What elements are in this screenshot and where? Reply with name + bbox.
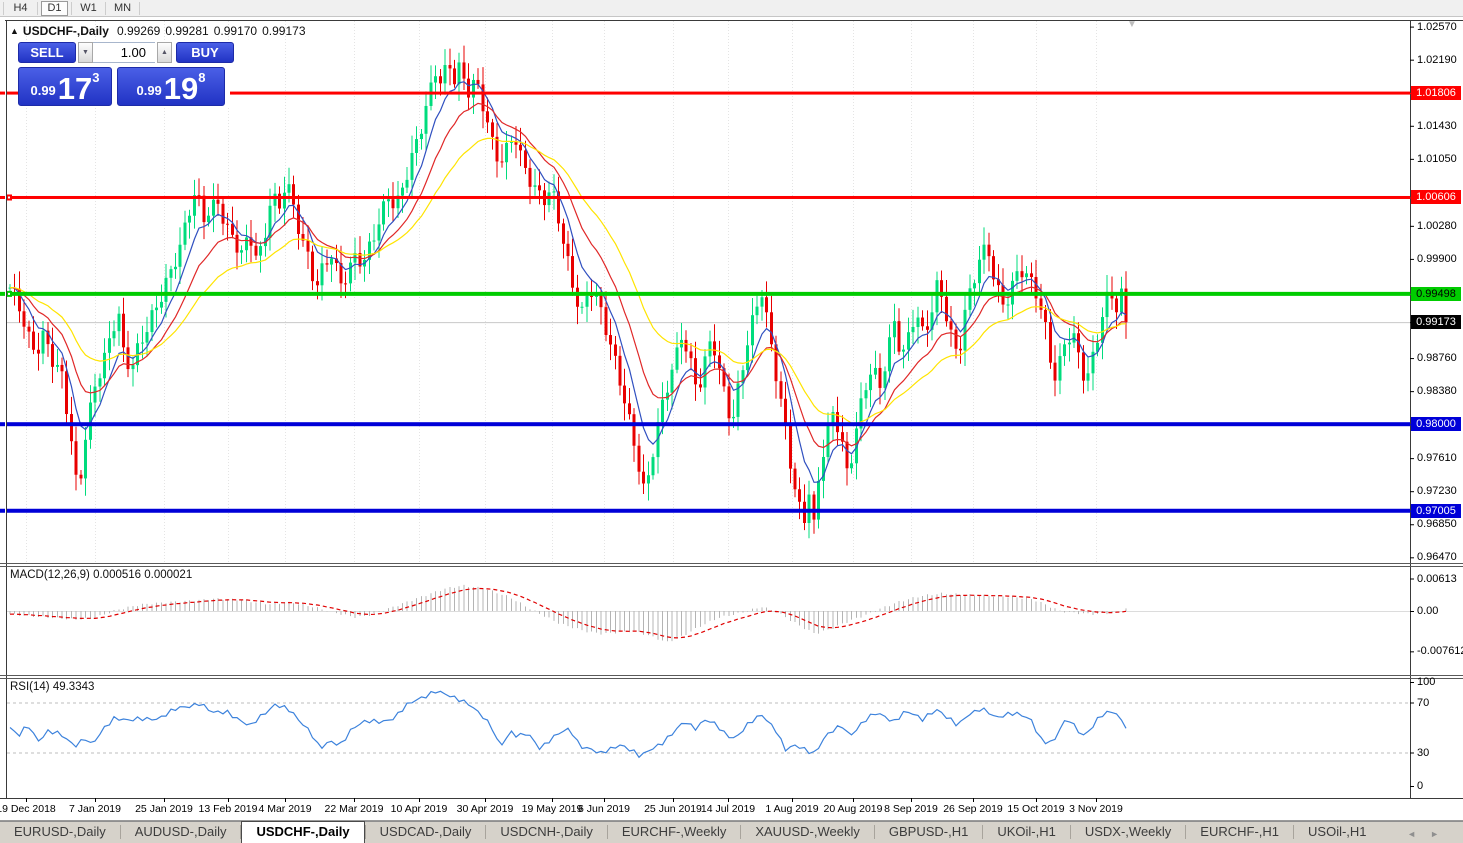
date-axis-label: 25 Jun 2019 — [644, 803, 702, 815]
date-axis-label: 7 Jan 2019 — [69, 803, 121, 815]
macd-label: MACD(12,26,9) 0.000516 0.000021 — [10, 569, 193, 581]
sell-price-big: 17 — [57, 71, 93, 106]
chart-scroll-marker-icon[interactable]: ▼ — [1127, 19, 1137, 30]
tabs-container: EURUSD-,Daily AUDUSD-,Daily USDCHF-,Daily U… — [0, 821, 1381, 843]
low-value: 0.99170 — [213, 24, 258, 38]
rsi-label: RSI(14) 49.3343 — [10, 681, 95, 693]
date-axis-label: 20 Aug 2019 — [823, 803, 883, 815]
price-axis-label: 0.96850 — [1417, 518, 1457, 531]
tab-scroll-arrows[interactable]: ◄► — [1407, 829, 1453, 839]
chart-tab-gbpusd-h1[interactable]: GBPUSD-,H1 — [875, 822, 982, 843]
trading-platform-window: H4 D1 W1 MN ▲ USDCHF-,Daily 0.99269 0.99281… — [0, 0, 1463, 843]
current-price-badge: 0.99173 — [1411, 315, 1461, 330]
level-price-badge: 0.98000 — [1411, 417, 1461, 432]
macd-axis-label: 0.00 — [1417, 605, 1439, 617]
sell-button[interactable]: SELL — [18, 42, 76, 63]
sell-price-prefix: 0.99 — [30, 83, 56, 98]
date-axis-label: 26 Sep 2019 — [943, 803, 1003, 815]
price-axis-label: 0.98380 — [1417, 385, 1457, 398]
date-axis-label: 3 Nov 2019 — [1069, 803, 1123, 815]
date-axis-label: 19 Dec 2018 — [0, 803, 56, 815]
price-axis-label: 0.96470 — [1417, 551, 1457, 564]
sell-price-box[interactable]: 0.99 17 3 — [18, 67, 112, 106]
date-axis-label: 25 Jan 2019 — [135, 803, 193, 815]
date-axis-label: 13 Feb 2019 — [198, 803, 258, 815]
date-axis-label: 6 Jun 2019 — [578, 803, 630, 815]
rsi-axis-label: 100 — [1417, 676, 1436, 688]
chart-tab-ukoil-h1[interactable]: UKOil-,H1 — [983, 822, 1070, 843]
macd-axis-label: 0.00613 — [1417, 572, 1457, 585]
date-axis-label: 30 Apr 2019 — [456, 803, 514, 815]
chart-tab-usdchf-daily[interactable]: USDCHF-,Daily — [241, 821, 365, 843]
date-axis-label: 10 Apr 2019 — [390, 803, 448, 815]
chart-tab-usdcad-daily[interactable]: USDCAD-,Daily — [366, 822, 486, 843]
chart-tab-eurchf-h1[interactable]: EURCHF-,H1 — [1186, 822, 1293, 843]
sell-price-pip: 3 — [92, 70, 100, 85]
chart-tab-usoil-h1[interactable]: USOil-,H1 — [1294, 822, 1381, 843]
date-axis-label: 19 May 2019 — [521, 803, 583, 815]
ohlc-values: 0.99269 0.99281 0.99170 0.99173 — [117, 24, 311, 38]
chart-tab-xauusd-weekly[interactable]: XAUUSD-,Weekly — [741, 822, 874, 843]
chart-tab-usdcnh-daily[interactable]: USDCNH-,Daily — [486, 822, 606, 843]
date-axis-label: 15 Oct 2019 — [1007, 803, 1065, 815]
price-axis-label: 1.01430 — [1417, 119, 1457, 132]
symbol-collapse-icon[interactable]: ▲ — [10, 26, 19, 36]
date-axis-label: 8 Sep 2019 — [884, 803, 938, 815]
date-axis-label: 14 Jul 2019 — [700, 803, 756, 815]
volume-decrease-button[interactable]: ▼ — [78, 42, 93, 63]
open-value: 0.99269 — [116, 24, 161, 38]
chart-tab-bar: EURUSD-,Daily AUDUSD-,Daily USDCHF-,Daily U… — [0, 821, 1463, 843]
chart-tab-eurusd-daily[interactable]: EURUSD-,Daily — [0, 822, 120, 843]
price-axis-label: 0.98760 — [1417, 352, 1457, 365]
price-axis-label: 1.00280 — [1417, 219, 1457, 232]
buy-price-pip: 8 — [198, 70, 206, 85]
macd-axis-label: -0.007612 — [1417, 645, 1463, 658]
price-axis-label: 1.02190 — [1417, 53, 1457, 66]
level-price-badge: 1.00606 — [1411, 190, 1461, 205]
price-axis-label: 0.97230 — [1417, 485, 1457, 498]
buy-button[interactable]: BUY — [176, 42, 234, 63]
volume-increase-button[interactable]: ▲ — [157, 42, 172, 63]
chart-tab-audusd-daily[interactable]: AUDUSD-,Daily — [121, 822, 241, 843]
chart-title: ▲ USDCHF-,Daily 0.99269 0.99281 0.99170 0.991… — [10, 24, 311, 38]
rsi-axis-label: 0 — [1417, 780, 1424, 792]
price-axis-label: 0.97610 — [1417, 452, 1457, 465]
level-price-badge: 1.01806 — [1411, 86, 1461, 101]
buy-price-prefix: 0.99 — [136, 83, 162, 98]
chart-canvas[interactable] — [0, 0, 1463, 843]
close-value: 0.99173 — [262, 24, 306, 38]
date-axis-label: 22 Mar 2019 — [324, 803, 384, 815]
rsi-axis-label: 70 — [1417, 696, 1430, 709]
price-axis-label: 1.02570 — [1417, 20, 1457, 33]
rsi-axis-label: 30 — [1417, 746, 1430, 759]
price-axis-label: 0.99900 — [1417, 252, 1457, 265]
volume-input[interactable] — [93, 42, 155, 63]
level-price-badge: 0.97005 — [1411, 503, 1461, 518]
date-axis-label: 4 Mar 2019 — [258, 803, 312, 815]
price-axis-label: 1.01050 — [1417, 152, 1457, 165]
date-axis-label: 1 Aug 2019 — [765, 803, 819, 815]
chart-tab-usdx-weekly[interactable]: USDX-,Weekly — [1071, 822, 1185, 843]
buy-price-big: 19 — [163, 71, 199, 106]
buy-price-box[interactable]: 0.99 19 8 — [117, 67, 225, 106]
high-value: 0.99281 — [165, 24, 209, 38]
trade-controls-row: SELL ▼ ▲ BUY — [18, 42, 234, 63]
one-click-trading-panel: SELL ▼ ▲ BUY 0.99 17 3 0.99 19 8 — [18, 42, 234, 106]
level-price-badge: 0.99498 — [1411, 286, 1461, 301]
chart-tab-eurchf-weekly[interactable]: EURCHF-,Weekly — [608, 822, 741, 843]
symbol-name: USDCHF-,Daily — [22, 24, 109, 38]
